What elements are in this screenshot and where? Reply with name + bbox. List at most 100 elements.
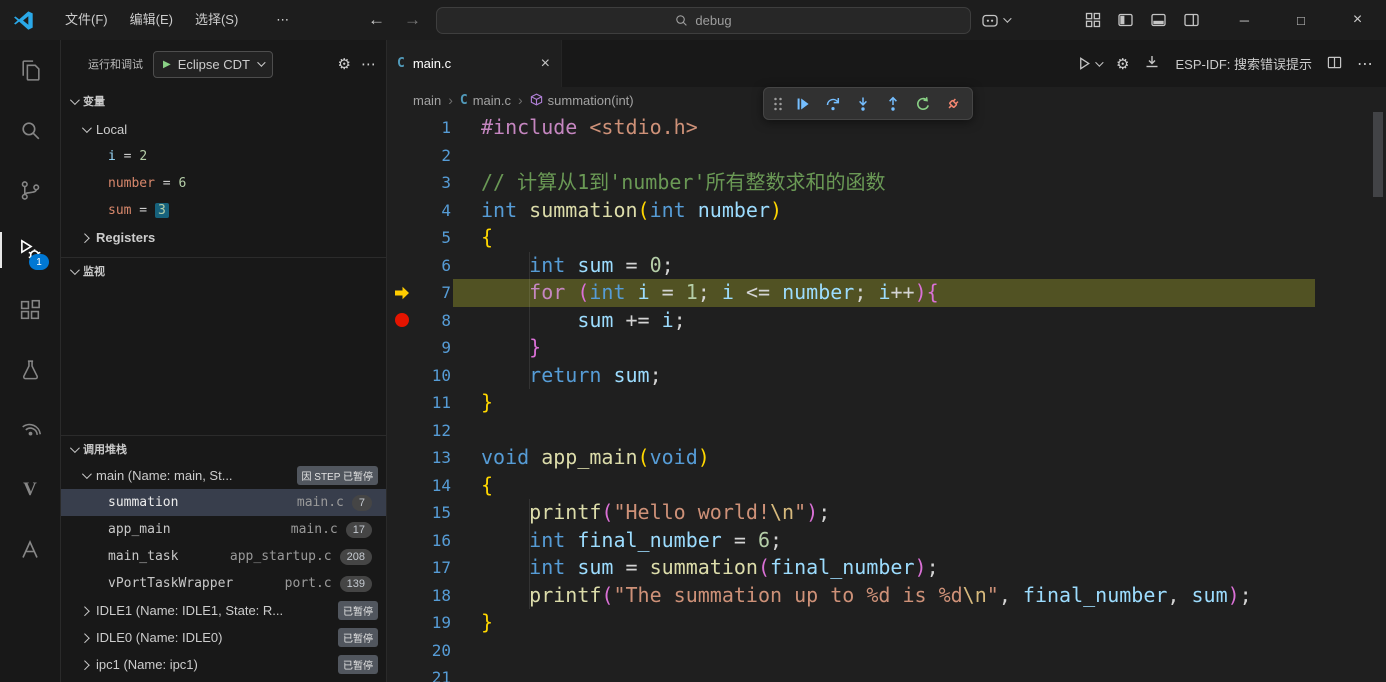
search-icon[interactable] [0,100,60,160]
gutter-glyph[interactable] [389,664,415,682]
code-text[interactable]: // 计算从1到'number'所有整数求和的函数 [481,169,886,197]
tab-main-c[interactable]: C main.c × [386,40,562,87]
tab-close-icon[interactable]: × [541,56,550,72]
menu-edit[interactable]: 编辑(E) [119,0,184,40]
line-number[interactable]: 21 [415,664,451,682]
line-number[interactable]: 18 [415,582,451,610]
line-number[interactable]: 4 [415,197,451,225]
call-stack-section-header[interactable]: 调用堆栈 [61,435,386,462]
code-line-13[interactable]: 13 void app_main(void) [386,444,1386,472]
line-number[interactable]: 16 [415,527,451,555]
line-number[interactable]: 8 [415,307,451,335]
command-center-search[interactable]: debug [436,7,971,34]
testing-icon[interactable] [0,340,60,400]
code-text[interactable]: void app_main(void) [481,444,710,472]
gutter-glyph[interactable] [389,142,415,170]
code-text[interactable]: } [481,334,541,362]
disconnect-button[interactable] [939,91,967,117]
code-text[interactable]: int sum = 0; [481,252,674,280]
flash-download-icon[interactable] [1144,54,1160,73]
code-line-8[interactable]: 8 sum += i; [386,307,1386,335]
line-number[interactable]: 9 [415,334,451,362]
source-control-icon[interactable] [0,160,60,220]
line-number[interactable]: 17 [415,554,451,582]
breadcrumb-file[interactable]: C main.c [460,93,511,108]
line-number[interactable]: 7 [415,279,451,307]
code-line-17[interactable]: 17 int sum = summation(final_number); [386,554,1386,582]
customize-layout-icon[interactable] [1085,12,1101,28]
code-line-20[interactable]: 20 [386,637,1386,665]
breakpoint-icon[interactable] [389,307,415,335]
current-line-arrow-icon[interactable] [389,279,415,307]
launch-config-dropdown[interactable]: ▶ Eclipse CDT [153,51,273,78]
stack-frame-app_main[interactable]: app_mainmain.c17 [61,516,386,543]
line-number[interactable]: 3 [415,169,451,197]
split-editor-icon[interactable] [1327,55,1342,73]
gutter-glyph[interactable] [389,389,415,417]
run-dropdown-icon[interactable] [1077,56,1101,71]
menu-file[interactable]: 文件(F) [54,0,119,40]
scope-registers[interactable]: Registers [61,224,386,251]
panel-more-icon[interactable]: ⋯ [361,55,376,73]
code-line-7[interactable]: 7 for (int i = 1; i <= number; i++){ [386,279,1386,307]
code-text[interactable]: int sum = summation(final_number); [481,554,939,582]
code-text[interactable]: } [481,609,493,637]
gutter-glyph[interactable] [389,444,415,472]
menu-selection[interactable]: 选择(S) [184,0,249,40]
close-button[interactable]: × [1329,0,1386,40]
code-line-6[interactable]: 6 int sum = 0; [386,252,1386,280]
more-actions-icon[interactable]: ⋯ [1357,54,1374,74]
gutter-glyph[interactable] [389,224,415,252]
gutter-glyph[interactable] [389,582,415,610]
code-text[interactable]: #include <stdio.h> [481,114,698,142]
line-number[interactable]: 13 [415,444,451,472]
line-number[interactable]: 5 [415,224,451,252]
gutter-glyph[interactable] [389,609,415,637]
gutter-glyph[interactable] [389,472,415,500]
step-over-button[interactable] [819,91,847,117]
code-line-2[interactable]: 2 [386,142,1386,170]
code-line-16[interactable]: 16 int final_number = 6; [386,527,1386,555]
scope-local[interactable]: Local [61,116,386,143]
forward-button[interactable]: → [404,0,421,40]
line-number[interactable]: 6 [415,252,451,280]
code-line-9[interactable]: 9 } [386,334,1386,362]
debug-settings-gear-icon[interactable]: ⚙ [338,55,351,73]
thread-row-1[interactable]: IDLE1 (Name: IDLE1, State: R...已暂停 [61,597,386,624]
step-out-button[interactable] [879,91,907,117]
code-editor[interactable]: 1#include <stdio.h>23// 计算从1到'number'所有整… [386,114,1386,682]
watch-section-header[interactable]: 监视 [61,257,386,284]
code-line-5[interactable]: 5{ [386,224,1386,252]
gutter-glyph[interactable] [389,527,415,555]
step-into-button[interactable] [849,91,877,117]
thread-row-2[interactable]: IDLE0 (Name: IDLE0)已暂停 [61,624,386,651]
espressif-icon[interactable] [0,520,60,580]
code-line-12[interactable]: 12 [386,417,1386,445]
gutter-glyph[interactable] [389,417,415,445]
line-number[interactable]: 19 [415,609,451,637]
line-number[interactable]: 10 [415,362,451,390]
code-text[interactable]: int summation(int number) [481,197,782,225]
continue-button[interactable] [789,91,817,117]
v-extension-icon[interactable]: V [0,460,60,520]
toolbar-drag-grip[interactable] [769,91,787,117]
esp-idf-icon[interactable] [0,400,60,460]
thread-row-0[interactable]: main (Name: main, St...因 STEP 已暂停 [61,462,386,489]
code-line-18[interactable]: 18 printf("The summation up to %d is %d\… [386,582,1386,610]
gutter-glyph[interactable] [389,197,415,225]
stack-frame-vPortTaskWrapper[interactable]: vPortTaskWrapperport.c139 [61,570,386,597]
explorer-icon[interactable] [0,40,60,100]
line-number[interactable]: 15 [415,499,451,527]
back-button[interactable]: ← [368,0,385,40]
maximize-button[interactable]: □ [1273,0,1330,40]
gutter-glyph[interactable] [389,252,415,280]
code-text[interactable]: printf("The summation up to %d is %d\n",… [481,582,1252,610]
code-text[interactable]: return sum; [481,362,662,390]
breadcrumb-symbol[interactable]: summation(int) [530,93,634,109]
code-text[interactable]: { [481,472,493,500]
code-text[interactable]: } [481,389,493,417]
menu-overflow-icon[interactable]: ⋯ [267,0,299,40]
run-and-debug-icon[interactable]: 1 [0,220,60,280]
toggle-secondary-sidebar-icon[interactable] [1183,12,1200,28]
stack-frame-summation[interactable]: summationmain.c7 [61,489,386,516]
